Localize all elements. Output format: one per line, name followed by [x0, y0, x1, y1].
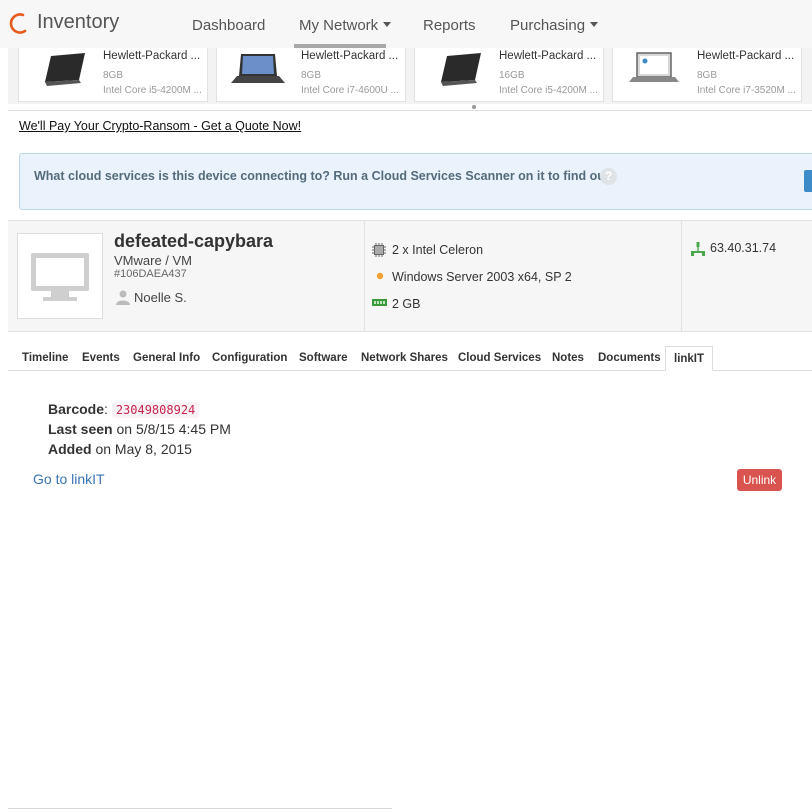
- logo-icon[interactable]: [8, 12, 30, 36]
- product-name: Hewlett-Packard ...: [697, 50, 795, 62]
- device-summary: defeated-capybara VMware / VM #106DAEA43…: [8, 220, 812, 332]
- divider: [8, 110, 812, 111]
- nav-reports[interactable]: Reports: [423, 17, 476, 34]
- device-ip[interactable]: 63.40.31.74: [710, 241, 776, 255]
- product-card[interactable]: Hewlett-Packard ... 16GB Intel Core i5-4…: [414, 48, 604, 102]
- product-card[interactable]: Hewlett-Packard ... 8GB Intel Core i5-42…: [18, 48, 208, 102]
- product-ram: 16GB: [499, 70, 525, 81]
- monitor-icon: [31, 253, 89, 301]
- added-row: Added on May 8, 2015: [48, 441, 192, 457]
- device-type: VMware / VM: [114, 253, 193, 268]
- laptop-icon: [441, 53, 481, 86]
- added-label: Added: [48, 441, 92, 457]
- network-icon: [691, 242, 705, 256]
- tab-configuration[interactable]: Configuration: [212, 346, 287, 371]
- carousel-indicator[interactable]: [472, 105, 476, 109]
- product-strip: Hewlett-Packard ... 8GB Intel Core i5-42…: [8, 48, 812, 104]
- run-scan-button[interactable]: [804, 170, 812, 192]
- chevron-down-icon: [590, 22, 599, 27]
- go-to-linkit-link[interactable]: Go to linkIT: [33, 471, 105, 487]
- product-cpu: Intel Core i5-4200M ...: [499, 85, 598, 96]
- help-icon[interactable]: ?: [600, 168, 617, 185]
- top-navbar: Inventory Dashboard My Network Reports P…: [0, 0, 812, 48]
- tab-general-info[interactable]: General Info: [133, 346, 200, 371]
- os-dot-icon: [376, 272, 384, 280]
- device-id: #106DAEA437: [114, 268, 187, 280]
- device-name[interactable]: defeated-capybara: [114, 231, 273, 252]
- product-cpu: Intel Core i5-4200M ...: [103, 85, 202, 96]
- device-cpu: 2 x Intel Celeron: [392, 243, 484, 257]
- ram-icon: [372, 299, 387, 306]
- banner-text: What cloud services is this device conne…: [34, 169, 613, 183]
- footer-divider: [8, 808, 392, 809]
- device-user[interactable]: Noelle S.: [134, 290, 187, 305]
- tab-cloud-services[interactable]: Cloud Services: [458, 346, 541, 371]
- laptop-icon: [629, 52, 679, 82]
- nav-purchasing-label: Purchasing: [510, 17, 586, 34]
- column-divider: [681, 221, 682, 331]
- app-root: Inventory Dashboard My Network Reports P…: [0, 0, 812, 812]
- cloud-scan-banner: What cloud services is this device conne…: [19, 153, 812, 210]
- product-card[interactable]: Hewlett-Packard ... 8GB Intel Core i7-46…: [216, 48, 406, 102]
- last-seen-label: Last seen: [48, 421, 113, 437]
- nav-my-network[interactable]: My Network: [299, 17, 392, 34]
- product-ram: 8GB: [301, 70, 322, 81]
- device-thumbnail: [17, 233, 103, 319]
- product-cpu: Intel Core i7-4600U ...: [301, 85, 399, 96]
- laptop-icon: [231, 54, 285, 83]
- last-seen-value: on 5/8/15 4:45 PM: [116, 421, 231, 437]
- product-cpu: Intel Core i7-3520M ...: [697, 85, 796, 96]
- barcode-value: 23049808924: [111, 402, 200, 418]
- nav-purchasing[interactable]: Purchasing: [510, 17, 599, 34]
- tab-software[interactable]: Software: [299, 346, 348, 371]
- laptop-icon: [45, 53, 85, 86]
- product-ram: 8GB: [103, 70, 124, 81]
- tab-notes[interactable]: Notes: [552, 346, 584, 371]
- device-tabs: Timeline Events General Info Configurati…: [8, 346, 812, 371]
- barcode-row: Barcode: 23049808924: [48, 401, 200, 418]
- nav-dashboard[interactable]: Dashboard: [192, 17, 265, 34]
- promo-link[interactable]: We'll Pay Your Crypto-Ransom - Get a Quo…: [19, 119, 301, 133]
- user-icon: [116, 290, 130, 305]
- added-value: on May 8, 2015: [95, 441, 192, 457]
- tab-events[interactable]: Events: [82, 346, 120, 371]
- tab-linkit[interactable]: linkIT: [665, 346, 714, 371]
- product-card[interactable]: Hewlett-Packard ... 8GB Intel Core i7-35…: [612, 48, 802, 102]
- column-divider: [364, 221, 365, 331]
- product-name: Hewlett-Packard ...: [103, 50, 201, 62]
- tab-documents[interactable]: Documents: [598, 346, 661, 371]
- nav-my-network-label: My Network: [299, 17, 379, 34]
- product-name: Hewlett-Packard ...: [499, 50, 597, 62]
- app-title[interactable]: Inventory: [37, 11, 119, 34]
- unlink-button[interactable]: Unlink: [737, 469, 782, 491]
- product-name: Hewlett-Packard ...: [301, 50, 399, 62]
- barcode-label: Barcode: [48, 401, 105, 417]
- tab-timeline[interactable]: Timeline: [22, 346, 68, 371]
- device-ram: 2 GB: [392, 297, 421, 311]
- tab-network-shares[interactable]: Network Shares: [361, 346, 448, 371]
- last-seen-row: Last seen on 5/8/15 4:45 PM: [48, 421, 231, 437]
- chevron-down-icon: [383, 22, 392, 27]
- cpu-icon: [372, 243, 386, 257]
- device-os: Windows Server 2003 x64, SP 2: [392, 270, 572, 284]
- product-ram: 8GB: [697, 70, 718, 81]
